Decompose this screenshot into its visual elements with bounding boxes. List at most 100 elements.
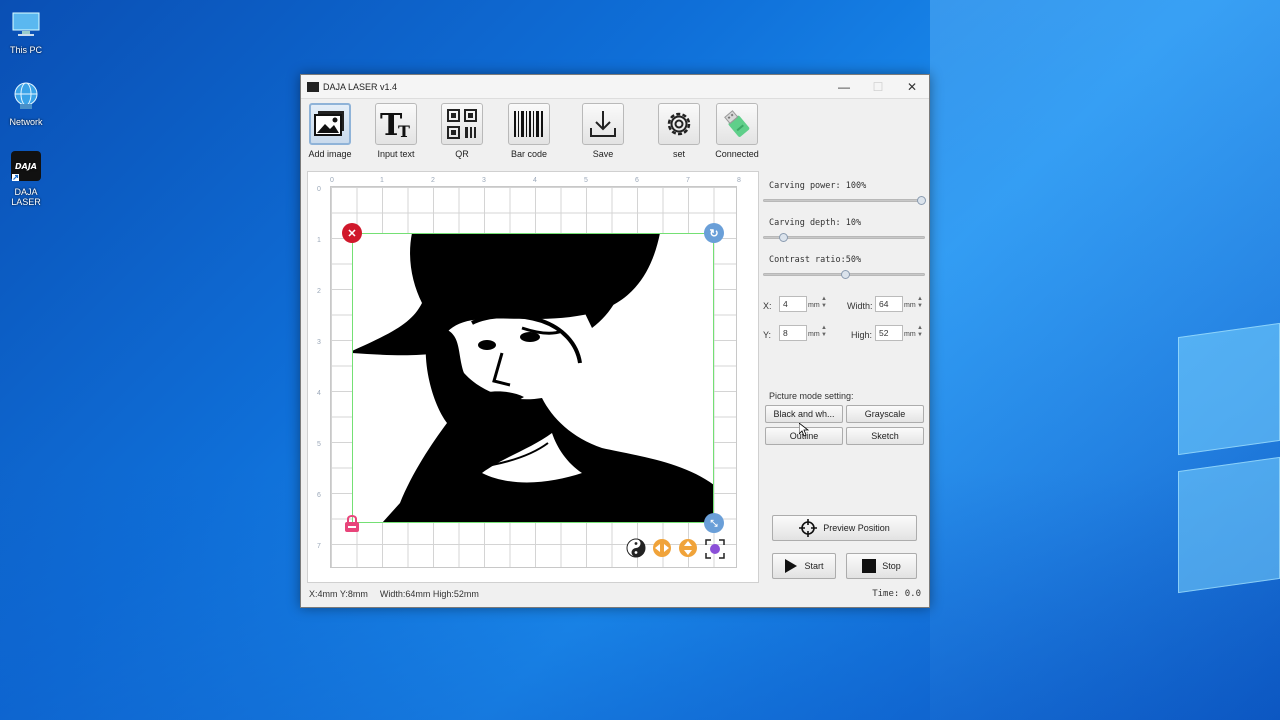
ruler-x-tick: 0	[330, 177, 334, 184]
preview-position-button[interactable]: Preview Position	[772, 515, 917, 541]
close-button[interactable]: ✕	[895, 80, 929, 94]
y-input[interactable]: 8	[779, 325, 807, 341]
lock-icon	[345, 515, 359, 532]
ruler-y-tick: 6	[317, 492, 321, 499]
work-area[interactable]: 0 1 2 3 4 5 6 7 8 0 1 2 3 4 5 6 7 ✕ ↻ ⤡	[307, 171, 759, 583]
width-label: Width:	[847, 301, 873, 311]
start-button[interactable]: Start	[772, 553, 836, 579]
carving-depth-setting: Carving depth: 10%	[763, 218, 927, 242]
y-unit: mm	[808, 331, 820, 338]
ruler-x-tick: 1	[380, 177, 384, 184]
x-unit: mm	[808, 302, 820, 309]
barcode-icon	[514, 111, 543, 137]
daja-laser-window: DAJA LASER v1.4 — ☐ ✕ Add image T T Inpu…	[300, 74, 930, 608]
title-bar[interactable]: DAJA LASER v1.4 — ☐ ✕	[301, 75, 929, 99]
desktop-icon-label: DAJA LASER	[11, 187, 41, 207]
input-text-label: Input text	[377, 149, 415, 159]
sketch-mode-button[interactable]: Sketch	[846, 427, 924, 445]
qr-label: QR	[455, 149, 469, 159]
x-input[interactable]: 4	[779, 296, 807, 312]
connected-button[interactable]: Connected	[709, 103, 765, 159]
preview-position-label: Preview Position	[823, 523, 890, 533]
qr-button[interactable]: QR	[434, 103, 490, 159]
play-icon	[785, 559, 798, 573]
width-input[interactable]: 64	[875, 296, 903, 312]
flip-horizontal-icon[interactable]	[652, 538, 672, 558]
picture-mode-title: Picture mode setting:	[769, 391, 854, 401]
qr-code-icon	[447, 109, 477, 139]
grayscale-mode-button[interactable]: Grayscale	[846, 405, 924, 423]
network-icon	[14, 82, 38, 109]
add-image-button[interactable]: Add image	[302, 103, 358, 159]
app-icon	[307, 81, 319, 92]
computer-icon	[12, 12, 40, 36]
crosshair-icon	[799, 519, 818, 537]
contrast-ratio-slider[interactable]	[763, 270, 925, 279]
ruler-y-tick: 0	[317, 186, 321, 193]
daja-laser-app-icon: DAJA	[11, 151, 41, 181]
slider-thumb[interactable]	[917, 196, 926, 205]
x-spinner[interactable]: ▲ ▼	[821, 296, 827, 310]
minimize-button[interactable]: —	[827, 80, 861, 94]
yin-yang-icon[interactable]	[626, 538, 646, 558]
desktop-icon-this-pc[interactable]: This PC	[2, 8, 50, 55]
carving-depth-slider[interactable]	[763, 233, 925, 242]
resize-handle[interactable]: ⤡	[704, 513, 724, 533]
ruler-x-tick: 5	[584, 177, 588, 184]
stop-label: Stop	[882, 561, 901, 571]
input-text-button[interactable]: T T Input text	[368, 103, 424, 159]
ruler-x-tick: 2	[431, 177, 435, 184]
desktop-icon-network[interactable]: Network	[2, 80, 50, 127]
start-label: Start	[804, 561, 824, 571]
desktop-icon-label: Network	[9, 117, 43, 127]
window-title: DAJA LASER v1.4	[323, 81, 398, 92]
stop-button[interactable]: Stop	[846, 553, 917, 579]
stop-icon	[862, 559, 877, 573]
position-x-row: X: 4 mm ▲ ▼ Width: 64 mm ▲ ▼	[763, 296, 927, 316]
slider-thumb[interactable]	[779, 233, 789, 242]
save-label: Save	[592, 149, 614, 159]
add-image-label: Add image	[308, 149, 352, 159]
rotate-handle[interactable]: ↻	[704, 223, 724, 243]
center-icon[interactable]	[704, 538, 726, 560]
selection-box[interactable]	[352, 233, 714, 523]
high-input[interactable]: 52	[875, 325, 903, 341]
carving-power-setting: Carving power: 100%	[763, 181, 927, 205]
status-time: Time: 0.0	[872, 589, 921, 599]
set-button[interactable]: set	[651, 103, 707, 159]
y-spinner[interactable]: ▲ ▼	[821, 325, 827, 339]
ruler-x-tick: 7	[686, 177, 690, 184]
desktop-icon-daja-laser[interactable]: DAJA DAJA LASER	[2, 150, 50, 207]
text-icon: T T	[380, 108, 410, 140]
slider-thumb[interactable]	[840, 270, 850, 279]
width-spinner[interactable]: ▲ ▼	[917, 296, 923, 310]
ruler-y-tick: 3	[317, 339, 321, 346]
save-button[interactable]: Save	[575, 103, 631, 159]
close-icon: ✕	[347, 227, 357, 240]
mouse-cursor-icon	[799, 423, 809, 437]
ruler-x-tick: 4	[533, 177, 537, 184]
carving-power-slider[interactable]	[763, 196, 926, 205]
high-spinner[interactable]: ▲ ▼	[917, 325, 923, 339]
flip-vertical-icon[interactable]	[678, 538, 698, 558]
high-unit: mm	[904, 331, 916, 338]
status-position: X:4mm Y:8mm	[309, 589, 368, 599]
contrast-ratio-setting: Contrast ratio:50%	[763, 255, 927, 279]
bar-code-label: Bar code	[510, 149, 548, 159]
maximize-button[interactable]: ☐	[861, 80, 895, 94]
ruler-x-tick: 6	[635, 177, 639, 184]
status-bar: X:4mm Y:8mm Width:64mm High:52mm Time: 0…	[309, 589, 921, 599]
windows-logo-wallpaper	[1178, 322, 1280, 594]
position-y-row: Y: 8 mm ▲ ▼ High: 52 mm ▲ ▼	[763, 325, 927, 345]
resize-icon: ⤡	[710, 517, 718, 528]
download-icon	[590, 111, 616, 137]
contrast-ratio-label: Contrast ratio:50%	[769, 255, 862, 265]
black-white-mode-button[interactable]: Black and wh...	[765, 405, 843, 423]
x-label: X:	[763, 301, 772, 311]
delete-handle[interactable]: ✕	[342, 223, 362, 243]
bar-code-button[interactable]: Bar code	[501, 103, 557, 159]
high-label: High:	[851, 330, 873, 340]
gear-icon	[667, 112, 691, 136]
lock-handle[interactable]	[342, 513, 362, 533]
set-label: set	[672, 149, 685, 159]
